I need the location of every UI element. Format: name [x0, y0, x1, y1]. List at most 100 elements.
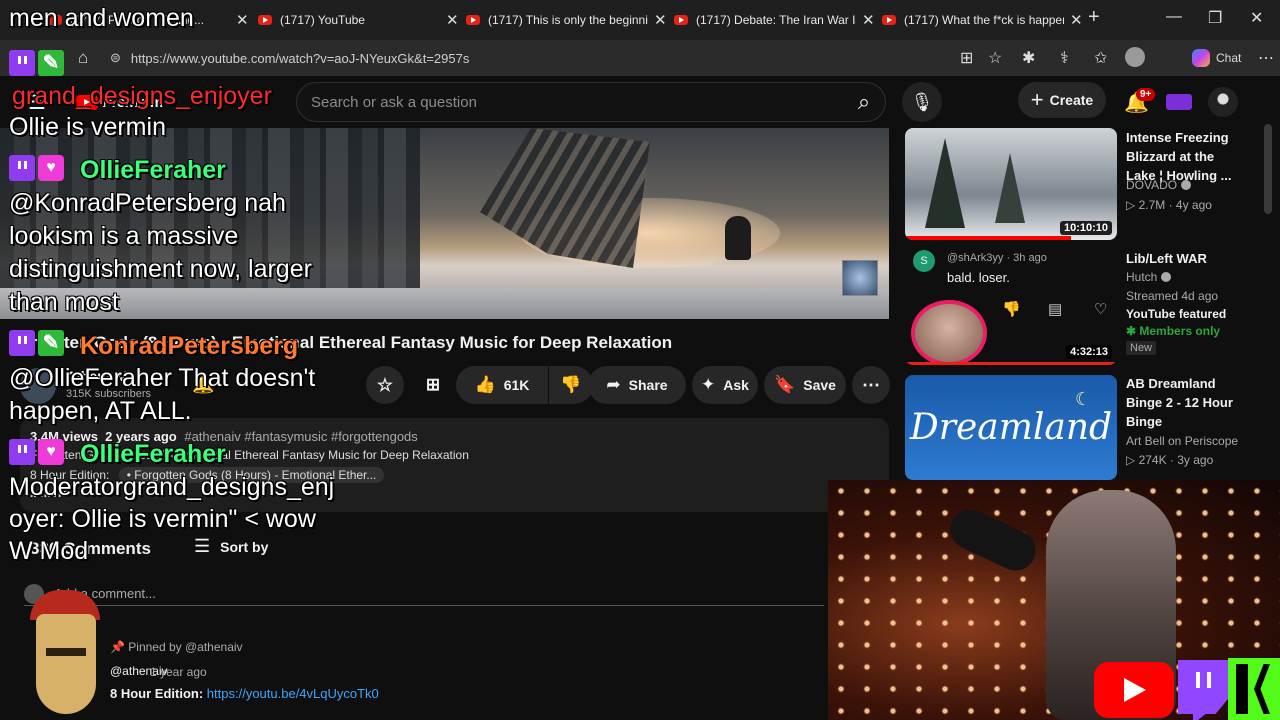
members-icon: ✱	[1126, 324, 1140, 338]
chat-message: Moderatorgrand_designs_enj	[9, 473, 335, 501]
search-input[interactable]: Search or ask a question ⌕	[296, 82, 886, 122]
pin-icon: 📌	[110, 640, 129, 654]
add-comment-field[interactable]: Add a comment...	[24, 582, 824, 606]
recommended-video[interactable]: 4:32:13 Lib/Left WAR Hutch Streamed 4d a…	[905, 250, 1226, 365]
browser-tab-5[interactable]: (1717) What the f*ck is happen ✕	[874, 6, 1091, 34]
recommended-video[interactable]: Dreamland ☾ AB Dreamland Binge 2 - 12 Ho…	[905, 375, 1238, 480]
create-button[interactable]: + Create	[1018, 82, 1106, 118]
thumbs-up-icon: 👍	[474, 375, 496, 394]
chat-message: men and women	[9, 4, 194, 32]
twitch-badge-icon	[9, 50, 35, 76]
chat-username: grand_designs_enjoyer	[12, 82, 272, 110]
channel-watermark[interactable]	[842, 260, 878, 296]
channel-text: Hutch	[1126, 270, 1158, 284]
favorite-star-icon[interactable]: ☆	[988, 48, 1002, 68]
chat-message: @KonradPetersberg nah	[9, 189, 286, 217]
dislike-button[interactable]: 👎	[549, 366, 593, 404]
sort-icon: ☰	[194, 536, 211, 556]
search-icon[interactable]: ⌕	[849, 87, 879, 117]
browser-profile-avatar[interactable]	[1125, 47, 1145, 67]
channel-text: DOVADO	[1126, 178, 1178, 192]
notification-count-badge: 9+	[1136, 88, 1156, 101]
more-menu-icon[interactable]: ⋯	[1258, 48, 1274, 68]
sparkle-icon: ✦	[701, 375, 716, 394]
thumbs-down-icon: 👎	[560, 375, 582, 394]
video-thumbnail[interactable]: 4:32:13	[905, 250, 1117, 365]
comment-link[interactable]: https://youtu.be/4vLqUycoTk0	[207, 686, 379, 701]
video-stats: ▷ 274K · 3y ago	[1126, 453, 1213, 467]
app-available-icon[interactable]: ⊞	[960, 48, 973, 68]
address-bar-row: ↻ ⌂ ⊜ https://www.youtube.com/watch?v=ao…	[0, 40, 1280, 76]
save-button[interactable]: 🔖 Save	[764, 366, 846, 404]
sort-by-button[interactable]: ☰ Sort by	[194, 536, 268, 557]
copilot-chat-button[interactable]: Chat	[1192, 46, 1241, 70]
video-frame-creature	[480, 128, 650, 268]
twitch-badge-icon	[9, 155, 35, 181]
close-tab-icon[interactable]: ✕	[862, 11, 875, 29]
video-title[interactable]: Intense Freezing Blizzard at the Lake ¦ …	[1126, 128, 1234, 185]
chat-username: KonradPetersberg	[80, 332, 299, 360]
tab-title: (1717) What the f*ck is happen	[904, 13, 1064, 27]
chat-message: lookism is a massive	[9, 222, 239, 250]
chat-username: OllieFeraher	[80, 440, 226, 468]
extensions-icon[interactable]: ✱	[1022, 48, 1035, 68]
chat-message: @OllieFeraher That doesn't	[9, 364, 316, 392]
chat-message: happen, AT ALL.	[9, 397, 192, 425]
tab-title: (1717) This is only the beginnin	[488, 13, 648, 27]
voice-search-icon[interactable]: 🎙	[902, 82, 942, 122]
like-count: 61K	[503, 377, 530, 393]
join-button[interactable]: ☆	[366, 366, 404, 404]
video-duration: 4:32:13	[1066, 345, 1112, 359]
views-icon: ▷	[1126, 198, 1139, 212]
video-thumbnail[interactable]: 10:10:10	[905, 128, 1117, 240]
maximize-icon[interactable]: ❐	[1208, 8, 1222, 28]
spartan-face	[36, 614, 96, 714]
new-tab-icon[interactable]: +	[1088, 6, 1100, 29]
close-window-icon[interactable]: ✕	[1250, 8, 1263, 28]
close-tab-icon[interactable]: ✕	[236, 11, 249, 29]
video-thumbnail[interactable]: Dreamland ☾	[905, 375, 1117, 480]
copilot-icon	[1192, 49, 1210, 67]
spartan-mascot	[20, 590, 110, 720]
video-title[interactable]: AB Dreamland Binge 2 - 12 Hour Binge	[1126, 374, 1234, 431]
browser-tab-2[interactable]: (1717) YouTube ✕	[250, 6, 467, 34]
like-button[interactable]: 👍 61K	[456, 366, 548, 404]
channel-name[interactable]: Hutch	[1126, 270, 1172, 284]
browser-tab-4[interactable]: (1717) Debate: The Iran War Is ✕	[666, 6, 883, 34]
watch-progress-bar	[905, 362, 1117, 365]
chat-message: oyer: Ollie is vermin" < wow	[9, 505, 316, 533]
more-actions-button[interactable]: ⋯	[852, 366, 890, 404]
channel-name[interactable]: DOVADO	[1126, 178, 1192, 192]
comment-body-label: 8 Hour Edition:	[110, 686, 204, 701]
share-button[interactable]: ➦ Share	[588, 366, 686, 404]
account-avatar[interactable]	[1208, 87, 1238, 117]
site-info-icon[interactable]: ⊜	[110, 50, 121, 66]
video-title[interactable]: Lib/Left WAR	[1126, 249, 1234, 268]
remix-button[interactable]: ⊞	[414, 366, 452, 404]
recommended-video[interactable]: 10:10:10 Intense Freezing Blizzard at th…	[905, 128, 1232, 240]
pencil-badge-icon: ✎	[38, 330, 64, 356]
moon-icon: ☾	[1075, 389, 1092, 409]
save-label: Save	[803, 377, 836, 393]
close-tab-icon[interactable]: ✕	[654, 11, 667, 29]
ask-button[interactable]: ✦ Ask	[692, 366, 758, 404]
membership-icon[interactable]	[1166, 94, 1192, 110]
youtube-favicon-icon	[882, 15, 896, 25]
browser-tab-3[interactable]: (1717) This is only the beginnin ✕	[458, 6, 675, 34]
page-scrollbar[interactable]	[1264, 124, 1272, 214]
channel-name[interactable]: Art Bell on Periscope	[1126, 434, 1238, 448]
tab-title: (1717) Debate: The Iran War Is	[696, 13, 856, 27]
minimize-icon[interactable]: —	[1166, 8, 1182, 26]
browser-essentials-icon[interactable]: ⚕	[1060, 48, 1069, 68]
favorites-icon[interactable]: ✩	[1094, 48, 1107, 68]
chat-message: W Mod	[9, 537, 89, 565]
home-icon[interactable]: ⌂	[78, 48, 88, 68]
close-tab-icon[interactable]: ✕	[446, 11, 459, 29]
close-tab-icon[interactable]: ✕	[1070, 11, 1083, 29]
search-placeholder: Search or ask a question	[311, 93, 477, 111]
url-field[interactable]: ⊜ https://www.youtube.com/watch?v=aoJ-NY…	[110, 45, 1010, 71]
ask-label: Ask	[723, 377, 749, 393]
comment-body: 8 Hour Edition: https://youtu.be/4vLqUyc…	[110, 686, 379, 701]
verified-icon	[1161, 272, 1172, 282]
plus-icon: +	[1030, 87, 1044, 112]
